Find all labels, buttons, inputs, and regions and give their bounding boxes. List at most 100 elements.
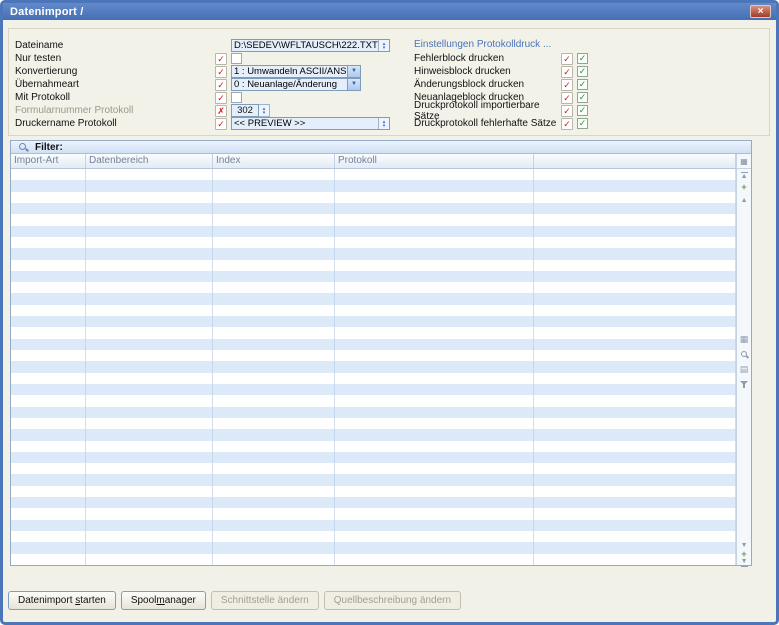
edit-check-icon[interactable]: ✓ <box>561 105 573 117</box>
table-row[interactable] <box>11 520 736 531</box>
edit-check-icon[interactable]: ✓ <box>215 118 227 130</box>
edit-check-icon[interactable]: ✓ <box>561 66 573 78</box>
protokolldruck-checkbox[interactable]: ✓ <box>577 66 588 77</box>
protokolldruck-checkbox[interactable]: ✓ <box>577 118 588 129</box>
scroll-up-icon[interactable]: ▲ <box>737 197 751 205</box>
grid-view-icon[interactable]: ▦ <box>737 335 751 343</box>
table-row[interactable] <box>11 429 736 440</box>
dropdown-arrow-icon[interactable]: ▼ <box>347 79 360 90</box>
column-header-index[interactable]: Index <box>213 154 335 168</box>
close-button[interactable]: × <box>750 5 771 18</box>
dateiname-spinner-icon[interactable]: ▴▾ <box>378 40 389 51</box>
edit-cross-icon[interactable]: ✗ <box>215 105 227 117</box>
spoolmanager-button[interactable]: Spoolmanager <box>121 591 206 610</box>
protokolldruck-checkbox[interactable]: ✓ <box>577 79 588 90</box>
protokolldruck-checkbox[interactable]: ✓ <box>577 53 588 64</box>
nur-testen-row: Nur testen ✓ <box>15 52 242 65</box>
table-row[interactable] <box>11 339 736 350</box>
table-row[interactable] <box>11 180 736 191</box>
table-row[interactable] <box>11 350 736 361</box>
formularnummer-field[interactable]: 302 <box>231 104 259 117</box>
edit-check-icon[interactable]: ✓ <box>215 66 227 78</box>
title-bar[interactable]: Datenimport / × <box>3 3 776 20</box>
table-row[interactable] <box>11 271 736 282</box>
table-cell <box>11 452 86 463</box>
table-row[interactable] <box>11 395 736 406</box>
table-row[interactable] <box>11 305 736 316</box>
list-view-icon[interactable]: ▤ <box>737 365 751 373</box>
table-row[interactable] <box>11 192 736 203</box>
table-row[interactable] <box>11 384 736 395</box>
formularnummer-spinner-icon[interactable]: ▴▾ <box>259 104 270 117</box>
edit-check-icon[interactable]: ✓ <box>561 92 573 104</box>
filter-bar[interactable]: Filter: <box>11 141 751 154</box>
table-row[interactable] <box>11 418 736 429</box>
konvertierung-value: 1 : Umwandeln ASCII/ANSI <box>232 66 347 77</box>
column-header-datenbereich[interactable]: Datenbereich <box>86 154 213 168</box>
table-row[interactable] <box>11 486 736 497</box>
mit-protokoll-checkbox[interactable] <box>231 92 242 103</box>
protokolldruck-checkbox[interactable]: ✓ <box>577 105 588 116</box>
table-row[interactable] <box>11 474 736 485</box>
table-row[interactable] <box>11 554 736 565</box>
table-cell <box>335 441 534 452</box>
datenimport-starten-button[interactable]: Datenimport starten <box>8 591 116 610</box>
table-row[interactable] <box>11 531 736 542</box>
table-row[interactable] <box>11 373 736 384</box>
table-cell <box>335 316 534 327</box>
table-row[interactable] <box>11 542 736 553</box>
table-row[interactable] <box>11 260 736 271</box>
table-cell <box>86 226 213 237</box>
column-header-protokoll[interactable]: Protokoll <box>335 154 534 168</box>
table-row[interactable] <box>11 361 736 372</box>
table-cell <box>11 282 86 293</box>
insert-row-bottom-icon[interactable]: + <box>737 550 751 558</box>
scroll-top-icon[interactable]: ▲ <box>737 172 751 181</box>
table-row[interactable] <box>11 497 736 508</box>
table-row[interactable] <box>11 327 736 338</box>
table-cell <box>335 293 534 304</box>
dropdown-arrow-icon[interactable]: ▼ <box>347 66 360 77</box>
table-row[interactable] <box>11 237 736 248</box>
dateiname-field[interactable]: D:\SEDEV\WFLTAUSCH\222.TXT ▴▾ <box>231 39 390 52</box>
table-cell <box>86 418 213 429</box>
table-row[interactable] <box>11 508 736 519</box>
scroll-bottom-icon[interactable]: ▼ <box>737 558 751 567</box>
table-row[interactable] <box>11 463 736 474</box>
konvertierung-dropdown[interactable]: 1 : Umwandeln ASCII/ANSI ▼ <box>231 65 361 78</box>
column-header-import-art[interactable]: Import-Art <box>11 154 86 168</box>
uebernahmeart-dropdown[interactable]: 0 : Neuanlage/Änderung ▼ <box>231 78 361 91</box>
edit-check-icon[interactable]: ✓ <box>215 53 227 65</box>
protokolldruck-checkbox[interactable]: ✓ <box>577 92 588 103</box>
table-row[interactable] <box>11 441 736 452</box>
column-chooser-icon[interactable]: ▦ <box>737 154 751 169</box>
druckername-spinner-icon[interactable]: ▴▾ <box>378 118 389 129</box>
nur-testen-checkbox[interactable] <box>231 53 242 64</box>
druckername-field[interactable]: << PREVIEW >> ▴▾ <box>231 117 390 130</box>
edit-check-icon[interactable]: ✓ <box>215 79 227 91</box>
filter-funnel-icon[interactable] <box>737 380 751 391</box>
table-row[interactable] <box>11 248 736 259</box>
search-icon[interactable] <box>19 142 29 152</box>
table-row[interactable] <box>11 226 736 237</box>
table-row[interactable] <box>11 203 736 214</box>
edit-check-icon[interactable]: ✓ <box>561 53 573 65</box>
table-row[interactable] <box>11 452 736 463</box>
protokolldruck-heading[interactable]: Einstellungen Protokolldruck ... <box>414 39 551 50</box>
table-row[interactable] <box>11 169 736 180</box>
insert-row-icon[interactable]: + <box>737 183 751 191</box>
table-row[interactable] <box>11 293 736 304</box>
column-header-empty[interactable] <box>534 154 736 168</box>
table-row[interactable] <box>11 407 736 418</box>
table-cell <box>11 339 86 350</box>
table-cell <box>335 463 534 474</box>
edit-check-icon[interactable]: ✓ <box>215 92 227 104</box>
table-cell <box>11 554 86 565</box>
table-row[interactable] <box>11 282 736 293</box>
table-row[interactable] <box>11 214 736 225</box>
table-cell <box>86 305 213 316</box>
edit-check-icon[interactable]: ✓ <box>561 79 573 91</box>
table-row[interactable] <box>11 316 736 327</box>
search-rail-icon[interactable] <box>737 350 751 362</box>
edit-check-icon[interactable]: ✓ <box>561 118 573 130</box>
